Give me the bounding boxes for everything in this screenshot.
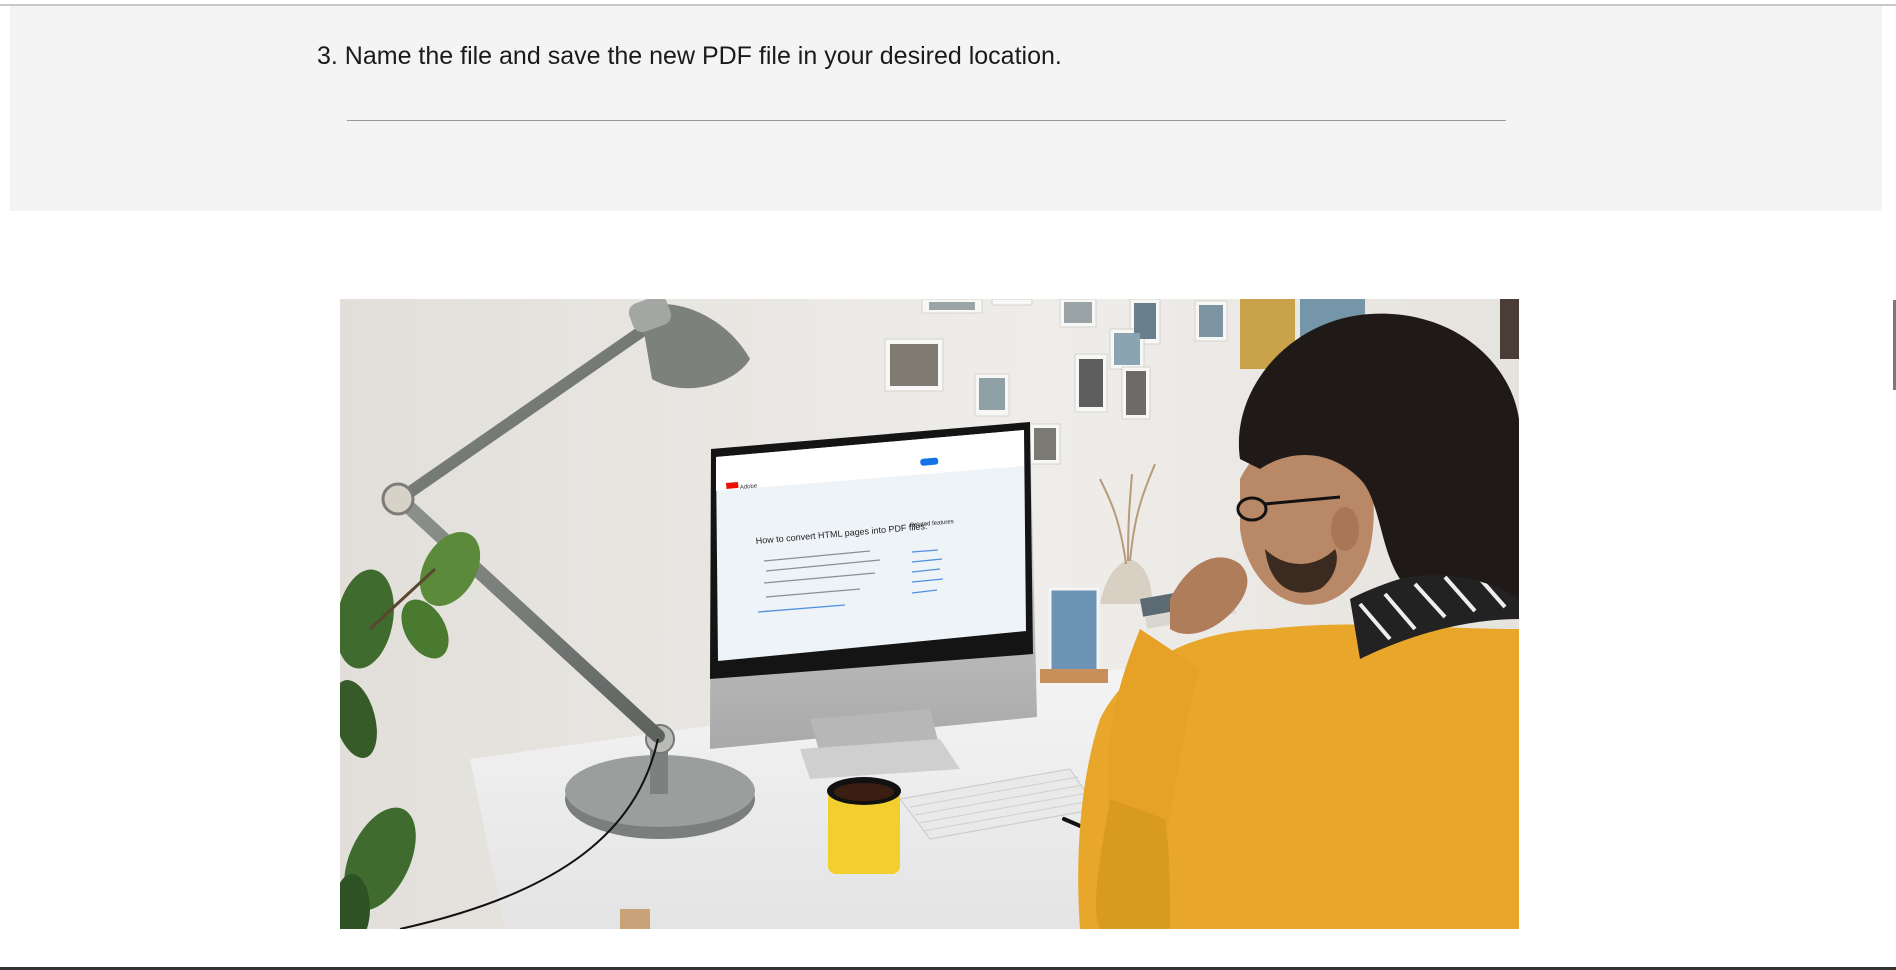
steps-panel: 3. Name the file and save the new PDF fi… <box>10 6 1882 211</box>
page: 3. Name the file and save the new PDF fi… <box>0 0 1896 970</box>
desk-frame <box>1048 587 1100 676</box>
photo-man-at-desk: Adobe How to convert HTML pages into PDF… <box>340 299 1519 929</box>
step-3-text: 3. Name the file and save the new PDF fi… <box>317 42 1062 70</box>
divider <box>347 120 1506 121</box>
coffee-mug <box>827 777 901 874</box>
